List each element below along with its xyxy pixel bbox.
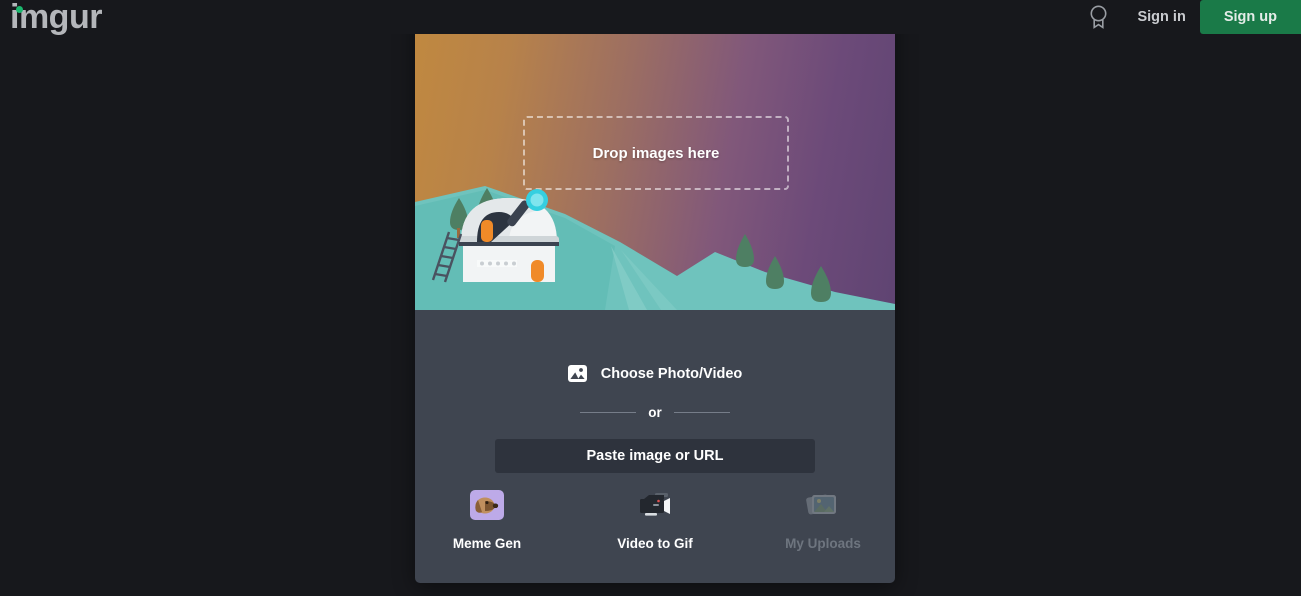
tool-video-to-gif-label: Video to Gif [617,536,693,551]
logo-green-dot [16,6,23,13]
sign-up-button[interactable]: Sign up [1199,0,1301,34]
tool-meme-gen[interactable]: Meme Gen [439,484,535,551]
choose-photo-video-button[interactable]: Choose Photo/Video [567,364,743,383]
tool-my-uploads-label: My Uploads [785,536,861,551]
site-header: imgur Sign in Sign up [0,0,1301,34]
tool-video-to-gif[interactable]: Video to Gif [607,484,703,551]
stacked-photos-icon [806,484,840,526]
tools-row: Meme Gen Video to Gif My Uploads [415,484,895,551]
or-divider: or [580,405,730,420]
observatory-on-hillside-illustration [415,186,895,310]
divider-line-right [673,412,730,413]
divider-line-left [580,412,637,413]
or-label: or [648,405,662,420]
upload-card: Drop images here Choose Photo/Video or P… [415,0,895,583]
tool-my-uploads[interactable]: My Uploads [775,484,871,551]
imgur-logo[interactable]: imgur [10,0,102,34]
sign-in-link[interactable]: Sign in [1137,9,1185,25]
dog-face-icon [470,484,504,526]
award-badge-icon[interactable] [1085,2,1111,32]
upload-hero: Drop images here [415,0,895,310]
dropzone[interactable]: Drop images here [523,116,789,190]
tool-meme-gen-label: Meme Gen [452,536,522,551]
choose-photo-video-label: Choose Photo/Video [600,365,743,382]
header-actions: Sign in Sign up [1085,0,1301,34]
photo-image-icon [567,365,587,382]
dropzone-label: Drop images here [592,144,720,162]
logo-text: imgur [10,0,102,36]
upload-panel: Choose Photo/Video or Paste image or URL [415,310,895,583]
camcorder-icon [637,484,673,526]
paste-image-or-url-button[interactable]: Paste image or URL [495,439,815,473]
